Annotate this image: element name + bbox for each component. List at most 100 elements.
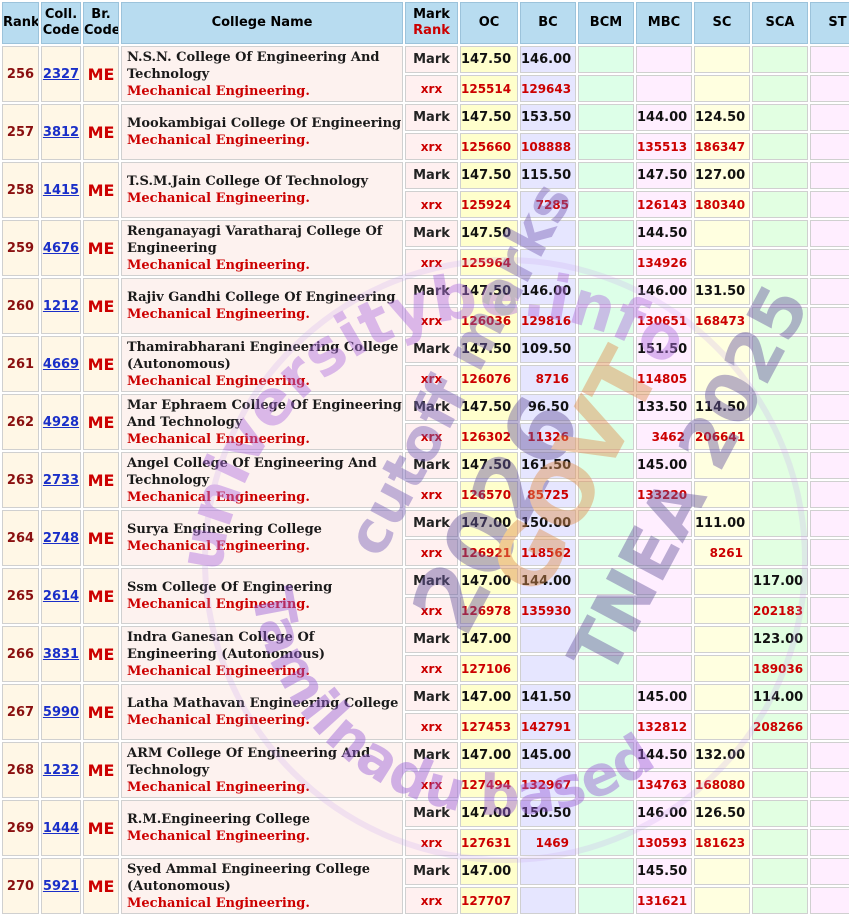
rank-sca (752, 539, 808, 566)
header-sc: SC (694, 2, 750, 44)
branch-name: Mechanical Engineering. (127, 663, 310, 679)
table-row: 257 3812 ME Mookambigai College Of Engineer… (2, 104, 849, 160)
mark-bcm (578, 394, 634, 421)
rank-mbc: 130651 (636, 307, 692, 334)
mark-sc: 131.50 (694, 278, 750, 305)
rank-sca (752, 887, 808, 914)
mark-mbc: 144.50 (636, 220, 692, 247)
mark-oc: 147.00 (460, 858, 518, 885)
mark-bcm (578, 220, 634, 247)
college-code-link[interactable]: 4669 (43, 357, 79, 372)
rank-sc: 168473 (694, 307, 750, 334)
college-name-cell: Latha Mathavan Engineering College Mechan… (121, 684, 403, 740)
mark-mbc: 151.50 (636, 336, 692, 363)
college-code-link[interactable]: 5990 (43, 705, 79, 720)
rank-oc: 127453 (460, 713, 518, 740)
branch-code-cell: ME (83, 394, 119, 450)
college-name-cell: Indra Ganesan College Of Engineering (Au… (121, 626, 403, 682)
rank-bc: 118562 (520, 539, 576, 566)
college-code-cell: 1212 (41, 278, 81, 334)
mark-oc: 147.00 (460, 510, 518, 537)
college-code-link[interactable]: 5921 (43, 879, 79, 894)
college-name-cell: Surya Engineering College Mechanical Engi… (121, 510, 403, 566)
rank-sc (694, 887, 750, 914)
branch-name: Mechanical Engineering. (127, 431, 310, 447)
rank-mbc: 126143 (636, 191, 692, 218)
rank-label: xrx (405, 887, 458, 914)
rank-bcm (578, 191, 634, 218)
mark-sc (694, 684, 750, 711)
college-code-link[interactable]: 1212 (43, 299, 79, 314)
branch-name: Mechanical Engineering. (127, 83, 310, 99)
college-code-link[interactable]: 2733 (43, 473, 79, 488)
college-code-cell: 4676 (41, 220, 81, 276)
branch-code-cell: ME (83, 858, 119, 914)
rank-bc: 142791 (520, 713, 576, 740)
college-code-link[interactable]: 2614 (43, 589, 79, 604)
mark-sca (752, 220, 808, 247)
rank-sc (694, 249, 750, 276)
college-code-link[interactable]: 2327 (43, 67, 79, 82)
rank-bcm (578, 75, 634, 102)
branch-name: Mechanical Engineering. (127, 307, 310, 322)
mark-label: Mark (405, 452, 458, 479)
table-row: 270 5921 ME Syed Ammal Engineering College … (2, 858, 849, 914)
rank-st (810, 365, 849, 392)
mark-mbc: 144.00 (636, 104, 692, 131)
branch-code-cell: ME (83, 800, 119, 856)
mark-bc: 145.00 (520, 742, 576, 769)
branch-code-cell: ME (83, 278, 119, 334)
branch-code-cell: ME (83, 336, 119, 392)
branch-name: Mechanical Engineering. (127, 489, 310, 505)
college-code-link[interactable]: 1232 (43, 763, 79, 778)
mark-label: Mark (405, 278, 458, 305)
rank-label: xrx (405, 771, 458, 798)
rank-cell: 257 (2, 104, 39, 160)
rank-sca (752, 191, 808, 218)
rank-label: xrx (405, 307, 458, 334)
mark-bc: 96.50 (520, 394, 576, 421)
college-name: Angel College Of Engineering And Technol… (127, 455, 377, 488)
college-name: Ssm College Of Engineering (127, 580, 333, 595)
rank-bcm (578, 655, 634, 682)
college-code-cell: 2733 (41, 452, 81, 508)
mark-oc: 147.50 (460, 162, 518, 189)
college-code-cell: 1444 (41, 800, 81, 856)
college-code-link[interactable]: 3831 (43, 647, 79, 662)
college-name: Syed Ammal Engineering College (Autonomo… (127, 861, 371, 894)
rank-sca (752, 771, 808, 798)
branch-name: Mechanical Engineering. (127, 133, 310, 148)
branch-name: Mechanical Engineering. (127, 597, 310, 612)
college-code-link[interactable]: 1415 (43, 183, 79, 198)
mark-bcm (578, 684, 634, 711)
rank-cell: 267 (2, 684, 39, 740)
rank-cell: 269 (2, 800, 39, 856)
rank-bcm (578, 249, 634, 276)
rank-label: xrx (405, 713, 458, 740)
mark-oc: 147.50 (460, 452, 518, 479)
rank-st (810, 887, 849, 914)
mark-sc (694, 452, 750, 479)
branch-name: Mechanical Engineering. (127, 191, 310, 206)
college-name: Rajiv Gandhi College Of Engineering (127, 290, 396, 305)
college-code-link[interactable]: 3812 (43, 125, 79, 140)
rank-oc: 125964 (460, 249, 518, 276)
rank-sca: 202183 (752, 597, 808, 624)
rank-cell: 261 (2, 336, 39, 392)
college-code-link[interactable]: 2748 (43, 531, 79, 546)
mark-bcm (578, 278, 634, 305)
rank-sca (752, 481, 808, 508)
rank-sca: 189036 (752, 655, 808, 682)
rank-sca (752, 307, 808, 334)
mark-sca (752, 278, 808, 305)
mark-bc: 146.00 (520, 278, 576, 305)
mark-st (810, 278, 849, 305)
rank-cell: 268 (2, 742, 39, 798)
college-code-link[interactable]: 4928 (43, 415, 79, 430)
branch-code-cell: ME (83, 568, 119, 624)
college-code-link[interactable]: 1444 (43, 821, 79, 836)
college-code-link[interactable]: 4676 (43, 241, 79, 256)
mark-label: Mark (405, 742, 458, 769)
rank-label: xrx (405, 829, 458, 856)
header-branch-code: Br. Code (83, 2, 119, 44)
